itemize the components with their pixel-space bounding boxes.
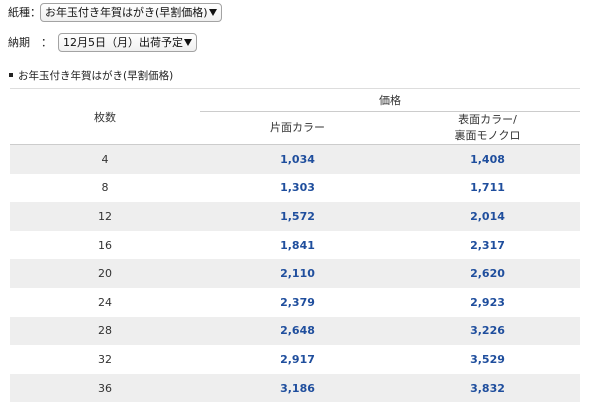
front-color-back-mono-price-cell: 1,711 (470, 181, 505, 195)
section-title-text: お年玉付き年賀はがき(早割価格) (18, 69, 174, 82)
table-row: 36 3,186 3,832 (10, 373, 580, 403)
front-color-back-mono-price-cell: 2,923 (470, 295, 505, 309)
quantity-cell: 16 (98, 238, 112, 252)
paper-type-row: 紙種： お年玉付き年賀はがき(早割価格) (8, 3, 222, 22)
front-color-back-mono-price-cell: 3,529 (470, 352, 505, 366)
quantity-cell: 20 (10, 259, 200, 288)
one-side-color-price-cell: 1,841 (280, 238, 315, 252)
section-title: お年玉付き年賀はがき(早割価格) (8, 68, 173, 82)
quantity-cell: 24 (98, 295, 112, 309)
quantity-header: 枚数 (10, 88, 200, 145)
quantity-cell: 32 (98, 352, 112, 366)
front-color-back-mono-price-cell: 2,620 (395, 259, 580, 288)
paper-type-selected-value[interactable]: お年玉付き年賀はがき(早割価格) (45, 4, 208, 21)
one-side-color-price-cell: 2,917 (280, 352, 315, 366)
chevron-down-icon[interactable] (184, 39, 192, 46)
price-header: 価格 (200, 88, 580, 112)
table-row: 16 1,841 2,317 (10, 231, 580, 260)
front-color-back-mono-header-line2: 裏面モノクロ (454, 129, 521, 142)
table-row: 4 1,034 1,408 (10, 144, 580, 174)
table-row: 20 2,110 2,620 (10, 259, 580, 288)
front-color-back-mono-price-cell: 3,832 (395, 373, 580, 403)
delivery-row: 納期 ： 12月5日（月）出荷予定 (8, 33, 197, 52)
table-row: 24 2,379 2,923 (10, 288, 580, 317)
front-color-back-mono-price-cell: 3,226 (395, 316, 580, 346)
one-side-color-price-cell: 1,034 (200, 144, 395, 174)
one-side-color-price-cell: 2,648 (200, 316, 395, 346)
quantity-cell: 12 (10, 202, 200, 231)
chevron-down-icon[interactable] (208, 9, 217, 16)
one-side-color-price-cell: 1,303 (280, 181, 315, 195)
table-row: 28 2,648 3,226 (10, 316, 580, 346)
quantity-cell: 8 (101, 181, 109, 195)
quantity-cell: 4 (10, 144, 200, 174)
table-row: 12 1,572 2,014 (10, 202, 580, 231)
one-side-color-price-cell: 2,110 (200, 259, 395, 288)
table-header-row: 枚数 価格 (10, 88, 580, 145)
table-row: 32 2,917 3,529 (10, 345, 580, 374)
front-color-back-mono-header: 表面カラー/ 裏面モノクロ (395, 111, 580, 145)
quantity-cell: 28 (10, 316, 200, 346)
square-bullet-icon (9, 73, 13, 77)
table-row: 8 1,303 1,711 (10, 174, 580, 203)
paper-type-select[interactable]: お年玉付き年賀はがき(早割価格) (40, 3, 222, 22)
quantity-cell: 36 (10, 373, 200, 403)
paper-type-label: 紙種： (8, 6, 41, 19)
one-side-color-price-cell: 3,186 (200, 373, 395, 403)
one-side-color-header: 片面カラー (200, 111, 395, 145)
front-color-back-mono-price-cell: 2,014 (395, 202, 580, 231)
delivery-label: 納期 ： (8, 36, 52, 49)
price-table: 枚数 価格 片面カラー 表面カラー/ 裏面モノクロ 4 1,034 1,408 … (10, 88, 580, 403)
front-color-back-mono-header-line1: 表面カラー/ (458, 113, 517, 126)
front-color-back-mono-price-cell: 1,408 (395, 144, 580, 174)
one-side-color-price-cell: 1,572 (200, 202, 395, 231)
delivery-selected-value[interactable]: 12月5日（月）出荷予定 (63, 34, 183, 51)
front-color-back-mono-price-cell: 2,317 (470, 238, 505, 252)
delivery-select[interactable]: 12月5日（月）出荷予定 (58, 33, 197, 52)
one-side-color-price-cell: 2,379 (280, 295, 315, 309)
